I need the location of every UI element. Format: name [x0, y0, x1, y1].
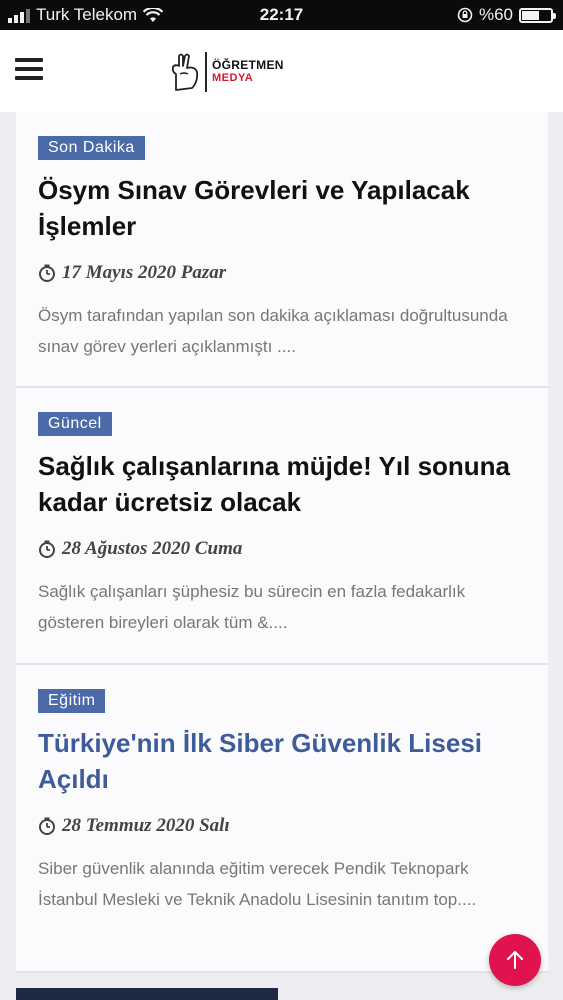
- site-header: ÖĞRETMEN MEDYA: [0, 30, 563, 112]
- status-right: %60: [457, 5, 556, 25]
- article-date: 28 Temmuz 2020 Salı: [38, 815, 526, 837]
- battery-icon: [519, 7, 556, 23]
- logo-divider: [205, 52, 207, 92]
- battery-percent: %60: [478, 5, 513, 24]
- next-section-edge: [16, 988, 278, 1000]
- category-badge[interactable]: Güncel: [38, 412, 112, 436]
- article-date: 28 Ağustos 2020 Cuma: [38, 538, 526, 560]
- arrow-up-icon: [507, 951, 523, 969]
- article-title[interactable]: Türkiye'nin İlk Siber Güvenlik Lisesi Aç…: [38, 725, 526, 797]
- article-card: Eğitim Türkiye'nin İlk Siber Güvenlik Li…: [16, 665, 548, 973]
- hamburger-icon[interactable]: [15, 58, 43, 82]
- article-excerpt: Ösym tarafından yapılan son dakika açıkl…: [38, 306, 508, 356]
- article-excerpt: Siber güvenlik alanında eğitim verecek P…: [38, 859, 477, 909]
- article-date: 17 Mayıs 2020 Pazar: [38, 262, 526, 284]
- article-list: Son Dakika Ösym Sınav Görevleri ve Yapıl…: [16, 112, 548, 973]
- site-logo[interactable]: ÖĞRETMEN MEDYA: [168, 48, 284, 96]
- logo-text: ÖĞRETMEN MEDYA: [212, 59, 284, 85]
- logo-line1: ÖĞRETMEN: [212, 58, 284, 72]
- article-title[interactable]: Ösym Sınav Görevleri ve Yapılacak İşleml…: [38, 172, 526, 244]
- clock-icon: [39, 540, 55, 558]
- date-text: 17 Mayıs 2020 Pazar: [62, 262, 227, 283]
- status-bar: Turk Telekom 22:17 %60: [0, 0, 563, 30]
- article-excerpt: Sağlık çalışanları şüphesiz bu sürecin e…: [38, 582, 466, 632]
- article-title[interactable]: Sağlık çalışanlarına müjde! Yıl sonuna k…: [38, 448, 526, 520]
- rotation-lock-icon: [457, 7, 473, 23]
- article-card: Son Dakika Ösym Sınav Görevleri ve Yapıl…: [16, 112, 548, 388]
- scroll-to-top-button[interactable]: [489, 934, 541, 986]
- category-badge[interactable]: Eğitim: [38, 689, 106, 713]
- category-badge[interactable]: Son Dakika: [38, 136, 145, 160]
- clock-icon: [39, 817, 55, 835]
- clock-icon: [39, 264, 55, 282]
- logo-hand-icon: [171, 53, 199, 91]
- date-text: 28 Ağustos 2020 Cuma: [62, 538, 243, 559]
- article-card: Güncel Sağlık çalışanlarına müjde! Yıl s…: [16, 388, 548, 665]
- date-text: 28 Temmuz 2020 Salı: [62, 815, 230, 836]
- logo-line2: MEDYA: [212, 72, 254, 84]
